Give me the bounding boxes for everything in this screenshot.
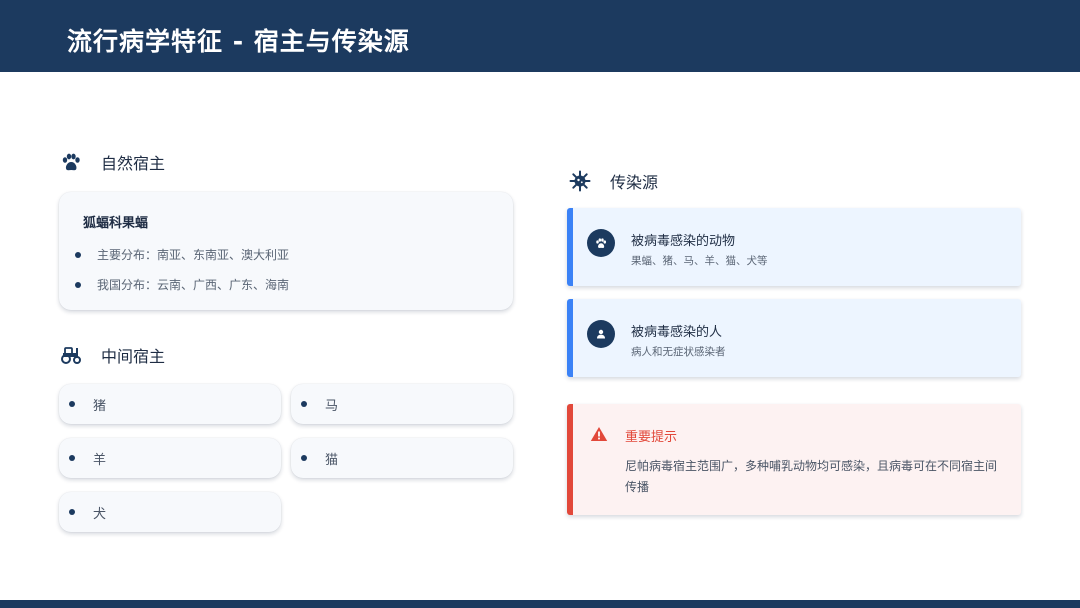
- paw-icon: [587, 229, 615, 257]
- host-item-cat: 猫: [291, 438, 513, 478]
- source-subtitle: 果蝠、猪、马、羊、猫、犬等: [631, 255, 768, 267]
- infection-source-heading: 传染源: [569, 169, 658, 193]
- paw-icon: [60, 151, 82, 173]
- natural-host-label: 自然宿主: [101, 154, 166, 173]
- user-icon: [587, 320, 615, 348]
- footer-bar: [0, 600, 1080, 608]
- host-label: 犬: [93, 506, 107, 522]
- source-card-animals: 被病毒感染的动物 果蝠、猪、马、羊、猫、犬等: [567, 208, 1021, 286]
- distribution-china: 我国分布：云南、广西、广东、海南: [97, 278, 290, 292]
- natural-host-species: 狐蝠科果蝠: [83, 216, 149, 231]
- source-title: 被病毒感染的人: [631, 325, 723, 340]
- host-label: 羊: [93, 452, 107, 468]
- source-subtitle: 病人和无症状感染者: [631, 346, 726, 358]
- bullet-dot: [69, 455, 75, 461]
- host-item-sheep: 羊: [59, 438, 281, 478]
- important-note-card: 重要提示 尼帕病毒宿主范围广，多种哺乳动物均可感染，且病毒可在不同宿主间传播: [567, 404, 1021, 515]
- bullet-dot: [75, 281, 81, 288]
- host-item-horse: 马: [291, 384, 513, 424]
- source-title: 被病毒感染的动物: [631, 234, 736, 249]
- bullet-dot: [69, 401, 75, 407]
- host-item-pig: 猪: [59, 384, 281, 424]
- host-item-dog: 犬: [59, 492, 281, 532]
- alert-text: 尼帕病毒宿主范围广，多种哺乳动物均可感染，且病毒可在不同宿主间传播: [625, 459, 998, 494]
- virus-icon: [569, 170, 591, 192]
- bullet-dot: [69, 509, 75, 515]
- host-label: 猪: [93, 398, 107, 414]
- header-bar: 流行病学特征 - 宿主与传染源: [0, 0, 1080, 72]
- list-item: 我国分布：云南、广西、广东、海南: [75, 276, 289, 293]
- warning-icon: [590, 426, 608, 446]
- bullet-dot: [301, 401, 307, 407]
- page-title: 流行病学特征 - 宿主与传染源: [67, 27, 410, 56]
- host-label: 猫: [325, 452, 339, 468]
- source-card-humans: 被病毒感染的人 病人和无症状感染者: [567, 299, 1021, 377]
- natural-host-card: 狐蝠科果蝠 主要分布：南亚、东南亚、澳大利亚 我国分布：云南、广西、广东、海南: [59, 192, 513, 310]
- natural-host-heading: 自然宿主: [60, 150, 165, 174]
- intermediate-host-heading: 中间宿主: [60, 343, 165, 367]
- host-label: 马: [325, 398, 339, 414]
- bullet-dot: [301, 455, 307, 461]
- intermediate-host-label: 中间宿主: [101, 347, 166, 366]
- tractor-icon: [60, 344, 82, 366]
- bullet-dot: [75, 251, 81, 258]
- list-item: 主要分布：南亚、东南亚、澳大利亚: [75, 246, 289, 263]
- alert-title: 重要提示: [625, 430, 678, 445]
- distribution-main: 主要分布：南亚、东南亚、澳大利亚: [97, 248, 290, 262]
- infection-source-label: 传染源: [610, 173, 659, 192]
